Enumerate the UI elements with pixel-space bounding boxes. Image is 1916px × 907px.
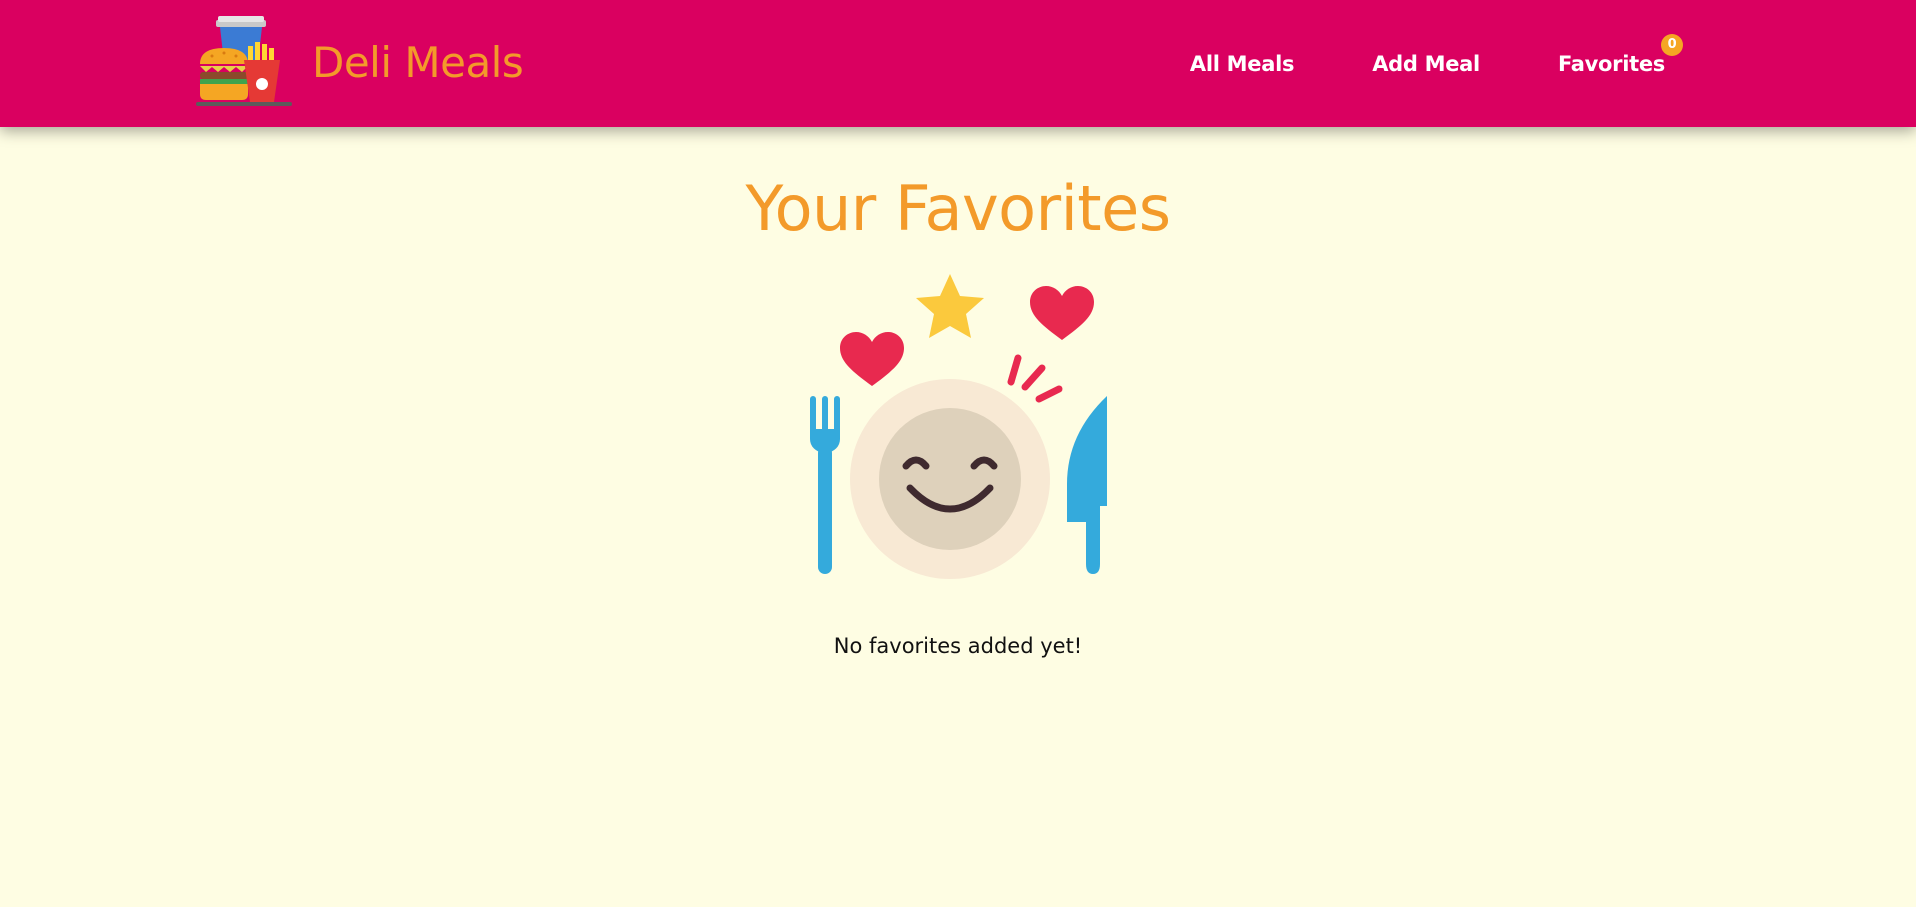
nav-add-meal[interactable]: Add Meal	[1372, 52, 1480, 76]
nav-all-meals[interactable]: All Meals	[1190, 52, 1295, 76]
star-icon	[916, 274, 984, 339]
favorites-count-badge: 0	[1661, 33, 1683, 56]
brand-link[interactable]: Deli Meals	[194, 12, 524, 112]
nav-favorites-label: Favorites	[1557, 51, 1665, 76]
favorites-page: Your Favorites No favorites added yet!	[0, 127, 1916, 907]
page-title: Your Favorites	[745, 172, 1171, 245]
main-nav: All Meals Add Meal Favorites 0	[1190, 0, 1683, 127]
app-header: Deli Meals All Meals Add Meal Favorites …	[0, 0, 1916, 127]
fork-icon	[810, 396, 840, 575]
heart-icon	[1030, 286, 1094, 341]
empty-favorites-message: No favorites added yet!	[833, 634, 1083, 659]
food-combo-icon	[196, 16, 292, 106]
happy-plate-icon	[810, 274, 1107, 580]
heart-icon	[840, 332, 904, 387]
knife-icon	[1067, 396, 1107, 575]
brand-title: Deli Meals	[312, 37, 524, 87]
sparkle-lines-icon	[1007, 354, 1063, 403]
nav-favorites[interactable]: Favorites 0	[1557, 33, 1683, 76]
